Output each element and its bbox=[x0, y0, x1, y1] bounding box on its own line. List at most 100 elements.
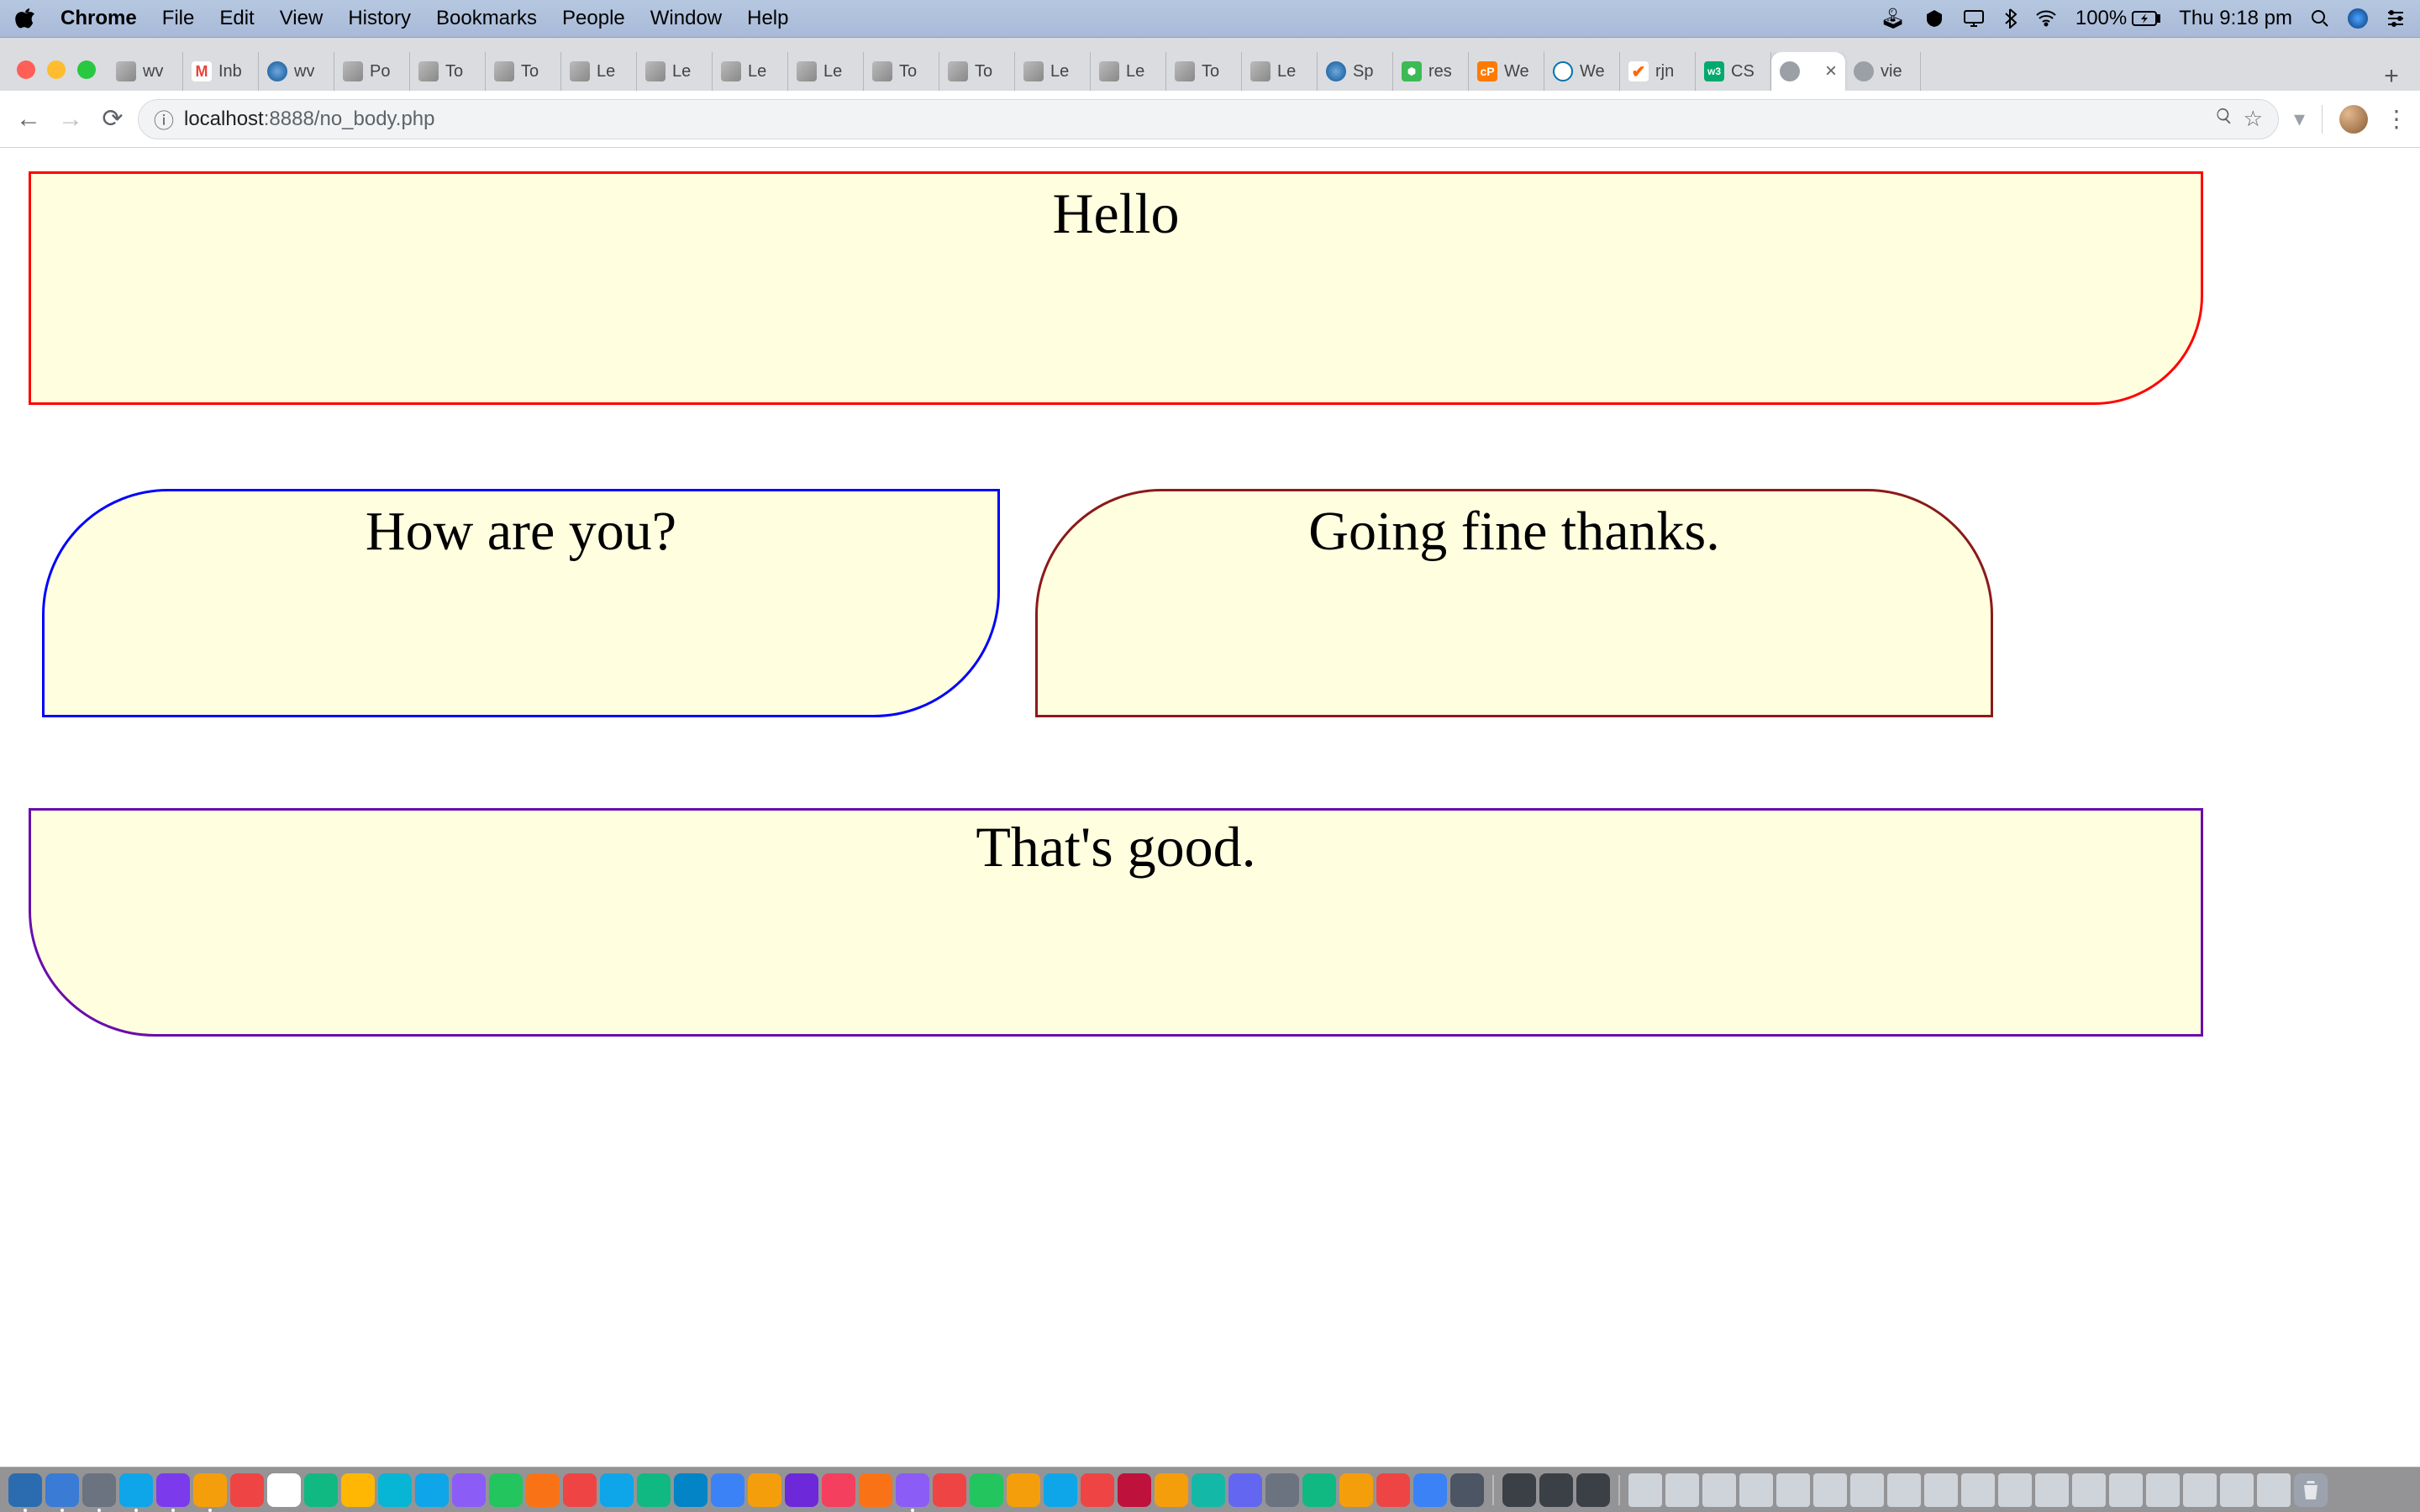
status-clock[interactable]: Thu 9:18 pm bbox=[2179, 7, 2292, 30]
dock-minimized-window[interactable] bbox=[1887, 1473, 1921, 1507]
status-battery[interactable]: 100% bbox=[2075, 7, 2160, 30]
browser-tab[interactable]: We bbox=[1544, 52, 1620, 91]
new-tab-button[interactable]: + bbox=[2373, 62, 2410, 91]
dock-app-icon[interactable] bbox=[1192, 1473, 1225, 1507]
siri-icon[interactable] bbox=[2348, 8, 2368, 29]
control-center-icon[interactable] bbox=[2386, 10, 2405, 27]
dock-minimized-window[interactable] bbox=[1739, 1473, 1773, 1507]
dock-app-icon[interactable] bbox=[600, 1473, 634, 1507]
dock-minimized-window[interactable] bbox=[1628, 1473, 1662, 1507]
dock-app-icon[interactable] bbox=[452, 1473, 486, 1507]
dock-app-icon[interactable] bbox=[82, 1473, 116, 1507]
bookmark-star-icon[interactable]: ☆ bbox=[2244, 106, 2263, 132]
browser-tab[interactable]: Le bbox=[637, 52, 713, 91]
status-wifi-icon[interactable] bbox=[2035, 10, 2057, 27]
dock-app-icon[interactable] bbox=[563, 1473, 597, 1507]
forward-button[interactable]: → bbox=[54, 102, 87, 136]
dock-app-icon[interactable] bbox=[933, 1473, 966, 1507]
dock-minimized-window[interactable] bbox=[1850, 1473, 1884, 1507]
dock-app-icon[interactable] bbox=[45, 1473, 79, 1507]
browser-tab[interactable]: Le bbox=[713, 52, 788, 91]
browser-tab[interactable]: Sp bbox=[1318, 52, 1393, 91]
dock-minimized-window[interactable] bbox=[2183, 1473, 2217, 1507]
dock-minimized-window[interactable] bbox=[2109, 1473, 2143, 1507]
browser-tab[interactable]: wv bbox=[259, 52, 334, 91]
dock-app-icon[interactable] bbox=[637, 1473, 671, 1507]
status-bluetooth-icon[interactable] bbox=[2003, 8, 2017, 29]
extensions-icon[interactable]: ▾ bbox=[2294, 106, 2305, 132]
browser-tab[interactable]: To bbox=[486, 52, 561, 91]
dock-app-icon[interactable] bbox=[859, 1473, 892, 1507]
dock-app-icon[interactable] bbox=[674, 1473, 708, 1507]
browser-tab[interactable]: MInb bbox=[183, 52, 259, 91]
browser-tab[interactable]: To bbox=[1166, 52, 1242, 91]
dock-app-icon[interactable] bbox=[304, 1473, 338, 1507]
dock-minimized-window[interactable] bbox=[1813, 1473, 1847, 1507]
dock-app-icon[interactable] bbox=[8, 1473, 42, 1507]
dock-app-icon[interactable] bbox=[748, 1473, 781, 1507]
dock-app-icon[interactable] bbox=[378, 1473, 412, 1507]
dock-app-icon[interactable] bbox=[1118, 1473, 1151, 1507]
dock-app-icon[interactable] bbox=[970, 1473, 1003, 1507]
dock-minimized-window[interactable] bbox=[2220, 1473, 2254, 1507]
dock-minimized-window[interactable] bbox=[2072, 1473, 2106, 1507]
dock-app-icon[interactable] bbox=[489, 1473, 523, 1507]
dock-app-icon[interactable] bbox=[1007, 1473, 1040, 1507]
chrome-menu-button[interactable]: ⋮ bbox=[2385, 105, 2408, 133]
browser-tab[interactable]: Le bbox=[788, 52, 864, 91]
dock-minimized-window[interactable] bbox=[2035, 1473, 2069, 1507]
status-joystick-icon[interactable]: 🕹 bbox=[1880, 7, 1905, 31]
dock-minimized-window[interactable] bbox=[1665, 1473, 1699, 1507]
dock-app-icon[interactable] bbox=[230, 1473, 264, 1507]
back-button[interactable]: ← bbox=[12, 102, 45, 136]
dock-app-icon[interactable] bbox=[896, 1473, 929, 1507]
browser-tab[interactable]: Le bbox=[1091, 52, 1166, 91]
apple-logo-icon[interactable] bbox=[15, 8, 35, 29]
dock-minimized-window[interactable] bbox=[1961, 1473, 1995, 1507]
address-bar[interactable]: ⓘ localhost:8888/no_body.php ☆ bbox=[138, 99, 2279, 139]
browser-tab[interactable]: To bbox=[939, 52, 1015, 91]
dock-app-icon[interactable] bbox=[1302, 1473, 1336, 1507]
browser-tab[interactable]: Le bbox=[1015, 52, 1091, 91]
dock-minimized-window[interactable] bbox=[1702, 1473, 1736, 1507]
dock-minimized-window[interactable] bbox=[1924, 1473, 1958, 1507]
dock-app-icon[interactable] bbox=[1081, 1473, 1114, 1507]
dock-minimized-window[interactable] bbox=[1998, 1473, 2032, 1507]
dock-app-icon[interactable] bbox=[1376, 1473, 1410, 1507]
browser-tab[interactable]: To bbox=[410, 52, 486, 91]
spotlight-icon[interactable] bbox=[2311, 9, 2329, 28]
dock-app-icon[interactable] bbox=[1155, 1473, 1188, 1507]
browser-tab[interactable]: To bbox=[864, 52, 939, 91]
dock-app-icon[interactable] bbox=[267, 1473, 301, 1507]
browser-tab[interactable]: vie bbox=[1845, 52, 1921, 91]
dock-app-icon[interactable] bbox=[1339, 1473, 1373, 1507]
profile-avatar[interactable] bbox=[2339, 105, 2368, 134]
site-info-icon[interactable]: ⓘ bbox=[154, 104, 174, 134]
browser-tab[interactable]: ✔rjn bbox=[1620, 52, 1696, 91]
dock-minimized-window[interactable] bbox=[2146, 1473, 2180, 1507]
browser-tab[interactable]: Po bbox=[334, 52, 410, 91]
status-malware-icon[interactable] bbox=[1924, 8, 1944, 29]
menu-file[interactable]: File bbox=[162, 7, 195, 30]
dock-app-icon[interactable] bbox=[711, 1473, 744, 1507]
dock-app-icon[interactable] bbox=[1265, 1473, 1299, 1507]
active-app-name[interactable]: Chrome bbox=[60, 7, 137, 30]
reload-button[interactable]: ⟳ bbox=[96, 102, 129, 136]
dock-app-icon[interactable] bbox=[1539, 1473, 1573, 1507]
menu-edit[interactable]: Edit bbox=[219, 7, 254, 30]
dock-app-icon[interactable] bbox=[1413, 1473, 1447, 1507]
dock-app-icon[interactable] bbox=[1450, 1473, 1484, 1507]
browser-tab[interactable]: Le bbox=[1242, 52, 1318, 91]
dock-app-icon[interactable] bbox=[341, 1473, 375, 1507]
dock-app-icon[interactable] bbox=[1044, 1473, 1077, 1507]
menu-bookmarks[interactable]: Bookmarks bbox=[436, 7, 537, 30]
dock-app-icon[interactable] bbox=[526, 1473, 560, 1507]
browser-tab[interactable]: ⬢res bbox=[1393, 52, 1469, 91]
browser-tab[interactable]: w3CS bbox=[1696, 52, 1771, 91]
browser-tab[interactable]: × bbox=[1771, 52, 1845, 91]
menu-view[interactable]: View bbox=[280, 7, 324, 30]
dock-app-icon[interactable] bbox=[1502, 1473, 1536, 1507]
zoom-icon[interactable] bbox=[2215, 107, 2233, 131]
window-close-button[interactable] bbox=[17, 60, 35, 79]
dock-app-icon[interactable] bbox=[822, 1473, 855, 1507]
